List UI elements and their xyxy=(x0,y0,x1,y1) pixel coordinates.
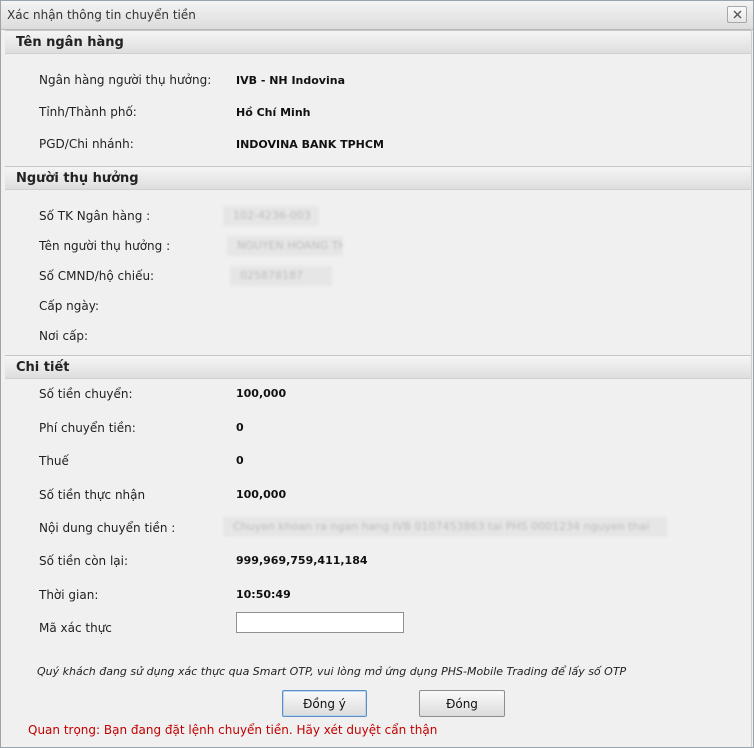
account-number-label: Số TK Ngân hàng : xyxy=(39,209,151,223)
right-border xyxy=(751,29,752,747)
province-value: Hồ Chí Minh xyxy=(236,106,311,119)
account-number-value: 102-4236-003 xyxy=(223,206,319,226)
detail-section-header: Chi tiết xyxy=(5,355,751,379)
issue-date-label: Cấp ngày: xyxy=(39,299,100,313)
net-amount-value: 100,000 xyxy=(236,488,287,501)
otp-input[interactable] xyxy=(236,612,404,633)
otp-hint: Quý khách đang sử dụng xác thực qua Smar… xyxy=(37,665,627,678)
bank-section-title: Tên ngân hàng xyxy=(16,35,124,50)
time-value: 10:50:49 xyxy=(236,588,291,601)
remaining-balance-label: Số tiền còn lại: xyxy=(39,554,129,568)
remaining-balance-value: 999,969,759,411,184 xyxy=(236,554,368,567)
branch-label: PGD/Chi nhánh: xyxy=(39,137,134,151)
time-label: Thời gian: xyxy=(39,588,99,602)
otp-label: Mã xác thực xyxy=(39,621,112,635)
beneficiary-name-label: Tên người thụ hưởng : xyxy=(39,239,171,253)
dialog-title: Xác nhận thông tin chuyển tiền xyxy=(7,8,196,22)
tax-label: Thuế xyxy=(39,454,69,468)
beneficiary-bank-value: IVB - NH Indovina xyxy=(236,74,346,87)
close-window-button[interactable] xyxy=(727,6,747,23)
amount-value: 100,000 xyxy=(236,387,287,400)
warning-message: Quan trọng: Bạn đang đặt lệnh chuyển tiề… xyxy=(28,723,438,737)
transfer-content-value: Chuyen khoan ra ngan hang IVB 0107453863… xyxy=(223,517,667,537)
fee-label: Phí chuyển tiền: xyxy=(39,421,136,435)
bank-section-header: Tên ngân hàng xyxy=(5,30,751,54)
agree-button[interactable]: Đồng ý xyxy=(282,690,367,717)
province-label: Tỉnh/Thành phố: xyxy=(39,105,137,119)
amount-label: Số tiền chuyển: xyxy=(39,387,133,401)
close-button[interactable]: Đóng xyxy=(419,690,505,717)
id-number-value: 025878187 xyxy=(230,266,332,286)
title-bar[interactable]: Xác nhận thông tin chuyển tiền xyxy=(1,1,753,30)
branch-value: INDOVINA BANK TPHCM xyxy=(236,138,384,151)
id-number-label: Số CMND/hộ chiếu: xyxy=(39,269,155,283)
beneficiary-name-value: NGUYEN HOANG THAI xyxy=(227,236,343,256)
beneficiary-bank-label: Ngân hàng người thụ hưởng: xyxy=(39,73,212,87)
transfer-content-label: Nội dung chuyển tiền : xyxy=(39,521,176,535)
net-amount-label: Số tiền thực nhận xyxy=(39,488,146,502)
detail-section-title: Chi tiết xyxy=(16,360,70,375)
tax-value: 0 xyxy=(236,454,244,467)
beneficiary-section-header: Người thụ hưởng xyxy=(5,166,751,190)
issue-place-label: Nơi cấp: xyxy=(39,329,89,343)
beneficiary-section-title: Người thụ hưởng xyxy=(16,171,139,186)
fee-value: 0 xyxy=(236,421,244,434)
close-icon xyxy=(733,10,741,19)
transfer-confirm-dialog: Xác nhận thông tin chuyển tiền Tên ngân … xyxy=(0,0,754,748)
